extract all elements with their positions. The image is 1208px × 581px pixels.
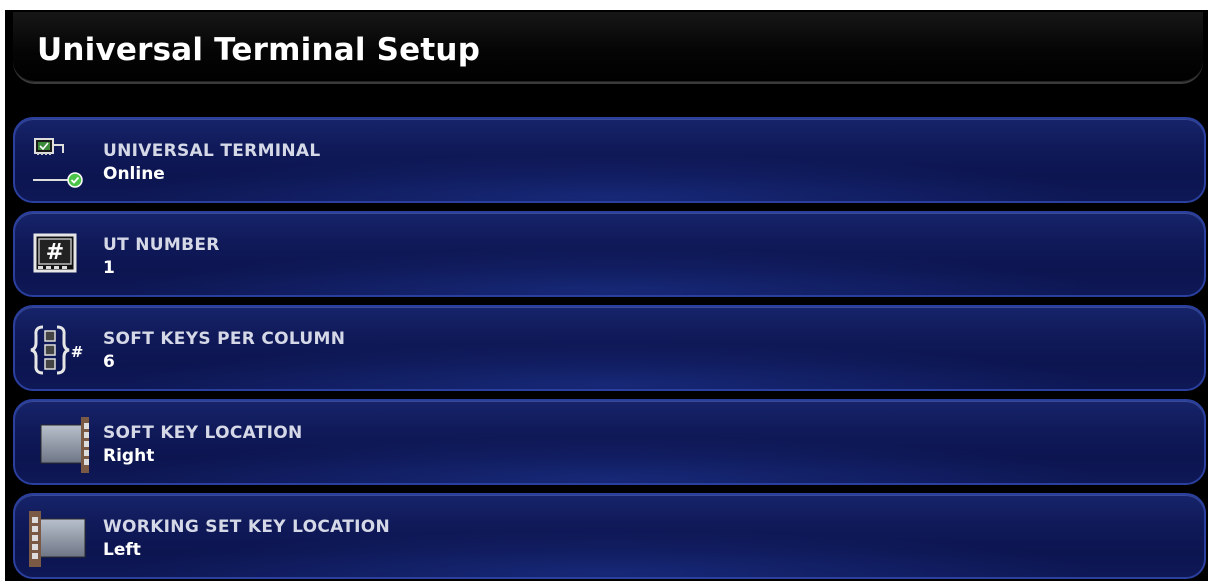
title-bar: Universal Terminal Setup [13, 12, 1203, 84]
number-hash-icon: # [29, 227, 89, 285]
setting-value: Right [103, 446, 155, 466]
setting-row-soft-keys-per-column[interactable]: # SOFT KEYS PER COLUMN 6 [13, 305, 1206, 391]
working-set-key-location-icon [29, 509, 89, 567]
setting-row-soft-key-location[interactable]: SOFT KEY LOCATION Right [13, 399, 1206, 485]
setting-label: UNIVERSAL TERMINAL [103, 141, 321, 161]
setting-label: SOFT KEY LOCATION [103, 423, 303, 443]
setting-label: WORKING SET KEY LOCATION [103, 517, 391, 537]
setting-value: 6 [103, 352, 115, 372]
page-title: Universal Terminal Setup [37, 32, 481, 68]
setting-row-universal-terminal[interactable]: UNIVERSAL TERMINAL Online [13, 117, 1206, 203]
setting-label: UT NUMBER [103, 235, 220, 255]
setting-label: SOFT KEYS PER COLUMN [103, 329, 346, 349]
terminal-online-icon [29, 133, 89, 191]
setting-value: 1 [103, 258, 115, 278]
hash-glyph: # [46, 240, 64, 265]
setting-value: Left [103, 540, 141, 560]
hash-small-glyph: # [71, 343, 84, 361]
soft-key-location-icon [29, 415, 89, 473]
setting-row-working-set-key-location[interactable]: WORKING SET KEY LOCATION Left [13, 493, 1206, 579]
setting-row-ut-number[interactable]: # UT NUMBER 1 [13, 211, 1206, 297]
keys-per-column-icon: # [29, 321, 89, 379]
setting-value: Online [103, 164, 165, 184]
screen: Universal Terminal Setup UNIVERSAL TERMI… [5, 10, 1208, 581]
